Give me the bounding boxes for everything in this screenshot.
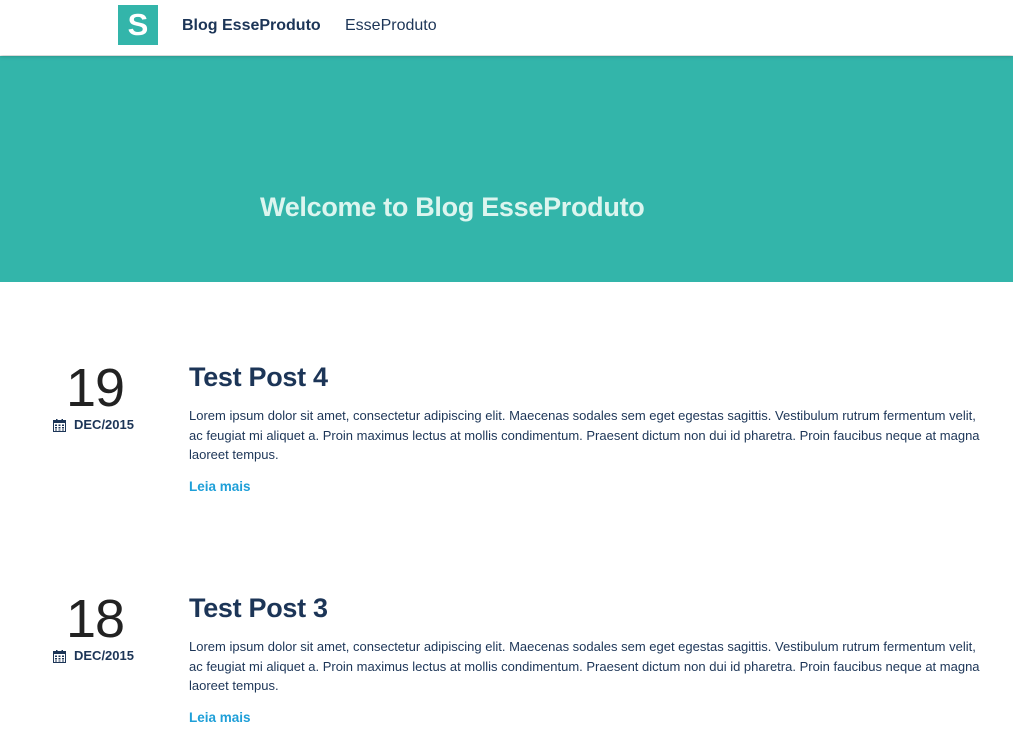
logo[interactable]: S: [118, 5, 158, 45]
hero-banner: Welcome to Blog EsseProduto: [0, 56, 1013, 282]
post-title[interactable]: Test Post 3: [189, 591, 328, 625]
post-item: 19 DEC/2015 Test Post 4 Lorem ipsum dolo…: [0, 360, 1013, 520]
post-day: 19: [66, 358, 125, 418]
navbar: S Blog EsseProduto EsseProduto: [0, 0, 1013, 55]
post-item: 18 DEC/2015 Test Post 3 Lorem ipsum dolo…: [0, 591, 1013, 751]
post-date: DEC/2015: [53, 647, 134, 665]
post-date: DEC/2015: [53, 416, 134, 434]
post-day: 18: [66, 589, 125, 649]
brand-link[interactable]: Blog EsseProduto: [182, 0, 321, 52]
read-more-link[interactable]: Leia mais: [189, 710, 251, 725]
calendar-icon: [53, 649, 66, 663]
read-more-link[interactable]: Leia mais: [189, 479, 251, 494]
post-month: DEC/2015: [74, 417, 134, 432]
post-month: DEC/2015: [74, 648, 134, 663]
post-excerpt: Lorem ipsum dolor sit amet, consectetur …: [189, 639, 980, 693]
post-excerpt: Lorem ipsum dolor sit amet, consectetur …: [189, 408, 980, 462]
hero-title: Welcome to Blog EsseProduto: [260, 192, 645, 222]
nav-link-esseproduto[interactable]: EsseProduto: [345, 0, 437, 52]
post-title[interactable]: Test Post 4: [189, 360, 328, 394]
calendar-icon: [53, 418, 66, 432]
